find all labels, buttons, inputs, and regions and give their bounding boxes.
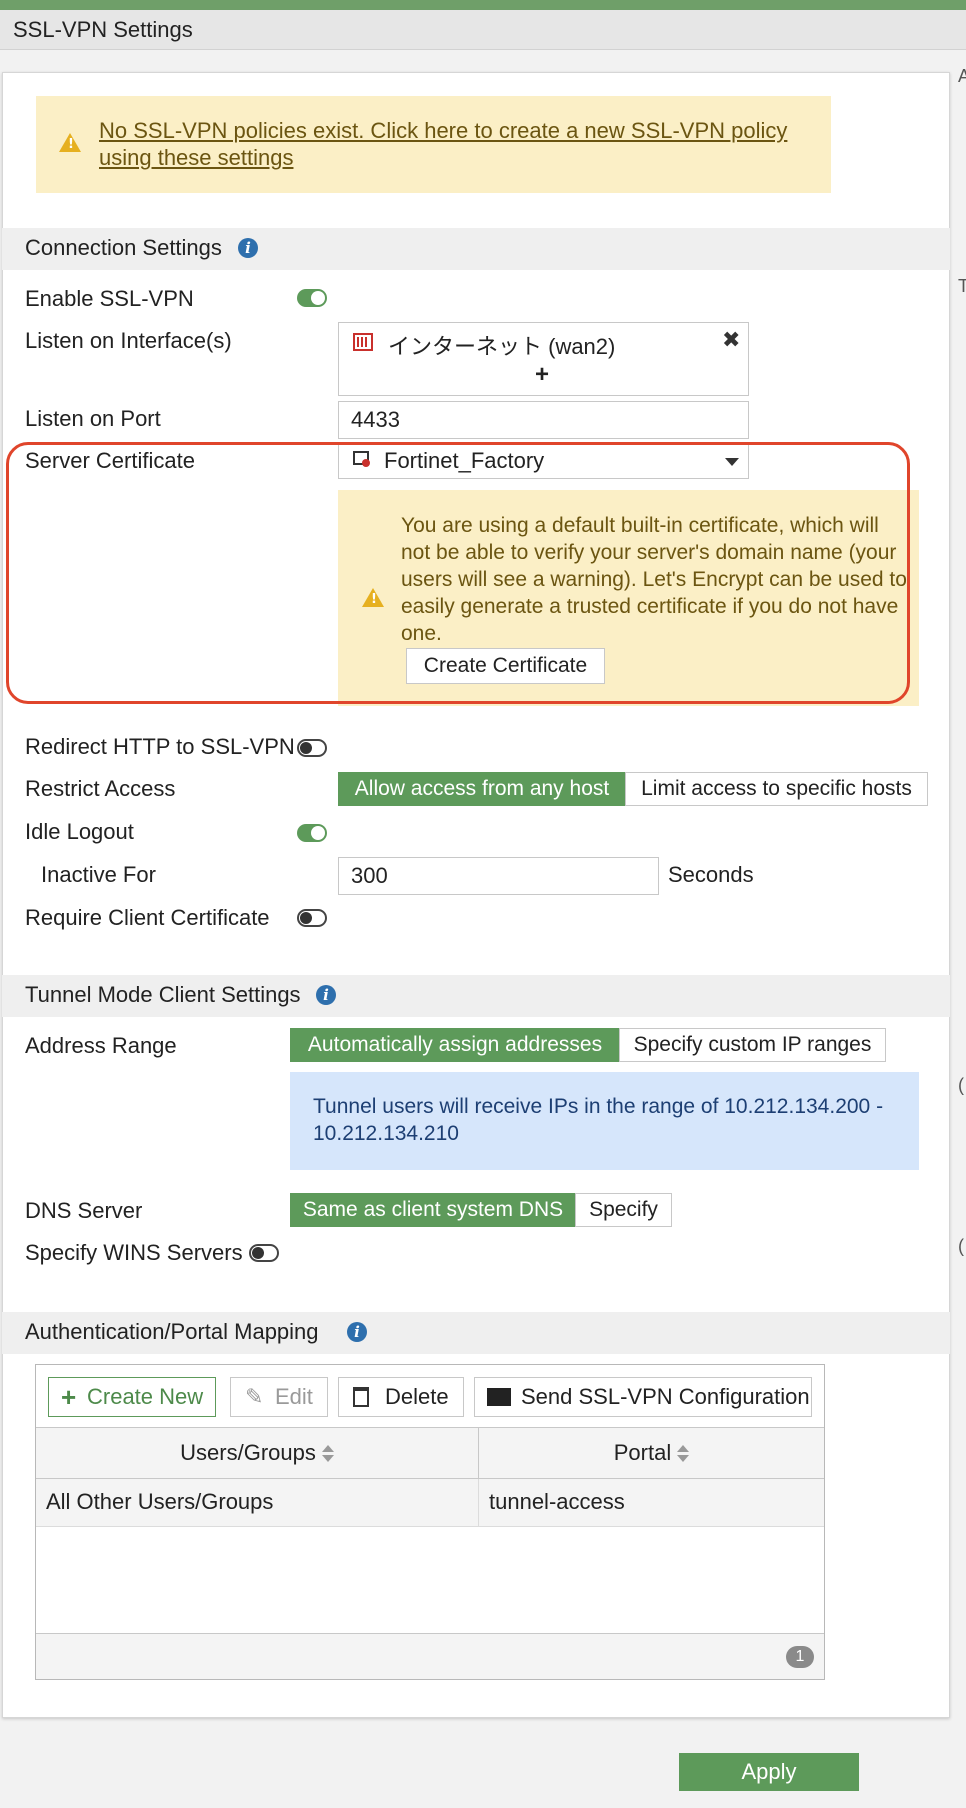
interface-value: インターネット (wan2) xyxy=(388,334,616,359)
add-interface-icon[interactable]: + xyxy=(535,361,549,389)
envelope-icon xyxy=(487,1388,511,1406)
address-info-text: Tunnel users will receive IPs in the ran… xyxy=(313,1095,884,1145)
redirect-http-label: Redirect HTTP to SSL-VPN xyxy=(25,734,295,759)
require-client-cert-label: Require Client Certificate xyxy=(25,905,270,930)
sort-icon[interactable] xyxy=(677,1444,690,1464)
address-range-label: Address Range xyxy=(25,1033,177,1058)
page-title: SSL-VPN Settings xyxy=(13,17,193,42)
column-header-portal[interactable]: Portal xyxy=(479,1427,824,1479)
inactive-for-label: Inactive For xyxy=(41,862,156,887)
edge-glyph: T xyxy=(958,276,966,296)
warning-icon: ! xyxy=(59,133,81,152)
specify-dns-option[interactable]: Specify xyxy=(575,1193,672,1227)
section-title: Tunnel Mode Client Settings xyxy=(25,982,301,1007)
seconds-label: Seconds xyxy=(668,862,754,887)
info-icon[interactable]: i xyxy=(347,1322,367,1342)
restrict-access-label: Restrict Access xyxy=(25,776,176,801)
allow-any-host-option[interactable]: Allow access from any host xyxy=(338,772,626,806)
sort-icon[interactable] xyxy=(321,1444,334,1464)
column-header-users[interactable]: Users/Groups xyxy=(36,1427,479,1479)
interface-selector[interactable]: インターネット (wan2) ✖ + xyxy=(338,322,749,396)
table-cell-portal[interactable]: tunnel-access xyxy=(479,1479,824,1527)
delete-button[interactable]: Delete xyxy=(338,1377,464,1417)
edit-button[interactable]: ✎ Edit xyxy=(230,1377,328,1417)
trash-icon xyxy=(353,1387,369,1407)
listen-port-input[interactable]: 4433 xyxy=(338,401,749,439)
tunnel-settings-header: Tunnel Mode Client Settings i xyxy=(2,975,950,1017)
top-accent-bar xyxy=(0,0,966,10)
policy-banner: ! No SSL-VPN policies exist. Click here … xyxy=(36,96,831,193)
enable-ssl-vpn-toggle[interactable] xyxy=(297,289,327,307)
info-icon[interactable]: i xyxy=(316,985,336,1005)
create-policy-link[interactable]: No SSL-VPN policies exist. Click here to… xyxy=(99,117,799,171)
remove-interface-icon[interactable]: ✖ xyxy=(722,327,740,353)
auto-assign-option[interactable]: Automatically assign addresses xyxy=(290,1028,620,1062)
info-icon[interactable]: i xyxy=(238,238,258,258)
address-info-box: Tunnel users will receive IPs in the ran… xyxy=(290,1072,919,1170)
wins-servers-toggle[interactable] xyxy=(249,1244,279,1262)
highlight-annotation xyxy=(6,442,910,704)
inactive-for-input[interactable]: 300 xyxy=(338,857,659,895)
create-new-button[interactable]: + Create New xyxy=(48,1377,216,1417)
title-bar: SSL-VPN Settings xyxy=(0,10,966,50)
auth-portal-table: + Create New ✎ Edit Delete Send SSL-VPN … xyxy=(35,1364,825,1680)
dns-server-label: DNS Server xyxy=(25,1198,143,1223)
send-config-button[interactable]: Send SSL-VPN Configuration xyxy=(474,1377,812,1417)
auth-portal-header: Authentication/Portal Mapping i xyxy=(2,1312,950,1354)
enable-ssl-vpn-label: Enable SSL-VPN xyxy=(25,286,194,311)
network-port-icon xyxy=(353,333,373,351)
apply-button[interactable]: Apply xyxy=(679,1753,859,1791)
edge-glyph: ( xyxy=(958,1236,964,1256)
connection-settings-header: Connection Settings i xyxy=(2,228,950,270)
limit-hosts-option[interactable]: Limit access to specific hosts xyxy=(625,772,928,806)
plus-icon: + xyxy=(61,1382,77,1412)
listen-interface-label: Listen on Interface(s) xyxy=(25,328,232,353)
row-count-badge: 1 xyxy=(786,1646,814,1668)
edge-glyph: A xyxy=(958,66,966,86)
table-cell-users[interactable]: All Other Users/Groups xyxy=(36,1479,479,1527)
same-dns-option[interactable]: Same as client system DNS xyxy=(290,1193,576,1227)
require-client-cert-toggle[interactable] xyxy=(297,909,327,927)
idle-logout-label: Idle Logout xyxy=(25,819,134,844)
redirect-http-toggle[interactable] xyxy=(297,739,327,757)
idle-logout-toggle[interactable] xyxy=(297,824,327,842)
pencil-icon: ✎ xyxy=(245,1384,264,1409)
custom-ip-option[interactable]: Specify custom IP ranges xyxy=(619,1028,886,1062)
section-title: Connection Settings xyxy=(25,235,222,260)
listen-port-label: Listen on Port xyxy=(25,406,161,431)
edge-glyph: ( xyxy=(958,1075,964,1095)
section-title: Authentication/Portal Mapping xyxy=(25,1319,319,1344)
wins-servers-label: Specify WINS Servers xyxy=(25,1240,243,1265)
table-footer: 1 xyxy=(36,1633,824,1679)
